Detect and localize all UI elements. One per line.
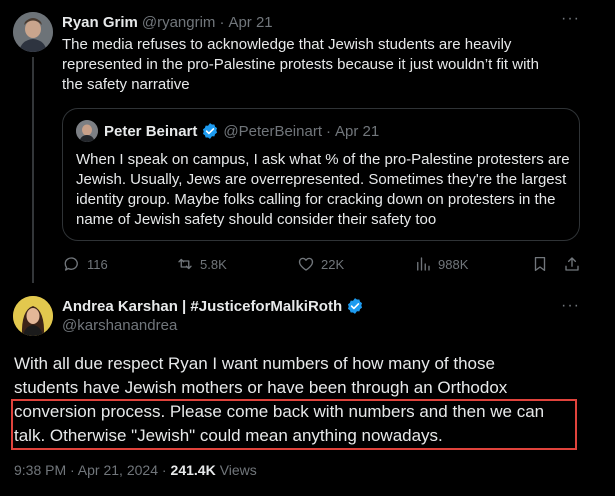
avatar-peter-beinart[interactable]	[76, 120, 98, 142]
quote-header: Peter Beinart @PeterBeinart · Apr 21	[104, 121, 379, 141]
quote-separator: ·	[325, 122, 331, 140]
tweet1-author-handle[interactable]: @ryangrim	[142, 14, 216, 31]
highlight-box	[11, 399, 577, 450]
quote-author-name: Peter Beinart	[104, 122, 198, 140]
tweet1-author-name[interactable]: Ryan Grim	[62, 14, 138, 31]
avatar-ryan-grim[interactable]	[13, 12, 53, 52]
more-horizontal-icon[interactable]: ···	[561, 297, 580, 315]
verified-badge-icon	[203, 123, 218, 139]
like-count: 22K	[321, 256, 345, 272]
tweet2-author-handle[interactable]: @karshanandrea	[62, 317, 177, 334]
quote-author-handle: @PeterBeinart	[223, 122, 322, 140]
quote-text: When I speak on campus, I ask what % of …	[76, 151, 570, 228]
views-count: 988K	[438, 256, 469, 272]
share-button[interactable]	[563, 255, 581, 273]
repost-count: 5.8K	[200, 256, 227, 272]
thread-connector-line	[32, 57, 34, 283]
reply-count: 116	[87, 256, 108, 272]
reply-button[interactable]: 116	[63, 255, 108, 273]
like-button[interactable]: 22K	[297, 255, 344, 273]
avatar-andrea-karshan-image	[13, 296, 53, 336]
views-button[interactable]: 988K	[414, 255, 468, 273]
verified-badge-icon	[348, 298, 363, 314]
tweet1-date[interactable]: Apr 21	[228, 14, 272, 31]
tweet2-time[interactable]: 9:38 PM · Apr 21, 2024 ·	[14, 462, 167, 478]
views-icon	[417, 257, 430, 271]
like-icon	[298, 257, 314, 271]
tweet2-views-count: 241.4K	[170, 462, 216, 478]
tweet1-header: Ryan Grim @ryangrim · Apr 21	[62, 12, 273, 32]
tweet1-separator: ·	[219, 13, 225, 31]
bookmark-icon	[534, 256, 546, 272]
tweet2-header: Andrea Karshan | #JusticeforMalkiRoth	[62, 296, 364, 316]
tweet2-text-line2: students have Jewish mothers or have bee…	[14, 378, 508, 397]
repost-icon	[178, 258, 192, 270]
quote-date: Apr 21	[334, 122, 380, 140]
repost-button[interactable]: 5.8K	[176, 255, 227, 273]
tweet1-text: The media refuses to acknowledge that Je…	[62, 36, 539, 93]
share-icon	[565, 257, 579, 271]
avatar-andrea-karshan[interactable]	[13, 296, 53, 336]
tweet2-author-name[interactable]: Andrea Karshan | #JusticeforMalkiRoth	[62, 298, 342, 315]
tweet2-timestamp-row: 9:38 PM · Apr 21, 2024 · 241.4K Views	[14, 462, 257, 478]
tweet2-views-label: Views	[219, 462, 257, 478]
bookmark-button[interactable]	[531, 255, 549, 273]
tweet2-text-line1: With all due respect Ryan I want numbers…	[14, 354, 495, 373]
avatar-peter-beinart-image	[76, 120, 98, 142]
more-horizontal-icon[interactable]: ···	[561, 10, 580, 28]
reply-icon	[64, 257, 78, 271]
avatar-ryan-grim-image	[13, 12, 53, 52]
